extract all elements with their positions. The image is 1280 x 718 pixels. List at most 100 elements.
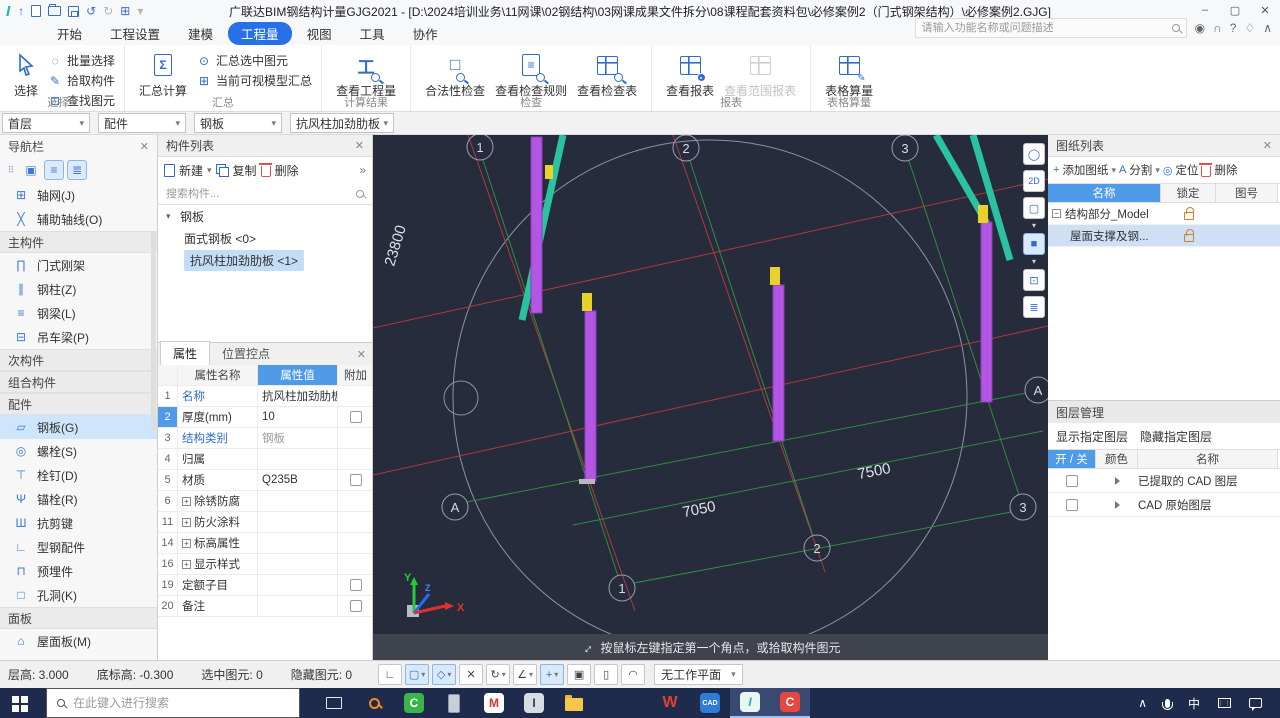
close-icon[interactable]: ✕ xyxy=(355,139,364,152)
sidebar-item-roof-panel[interactable]: ⌂ 屋面板(M) xyxy=(0,629,157,653)
sidebar-item-steel-column[interactable]: ∥ 钢柱(Z) xyxy=(0,277,157,301)
taskbar-app-gjg[interactable]: I xyxy=(730,688,770,718)
2d-view-icon[interactable]: 2D xyxy=(1023,170,1045,192)
solid-cube-icon[interactable]: ■ xyxy=(1023,233,1045,255)
tab-project-settings[interactable]: 工程设置 xyxy=(97,22,173,45)
save-icon[interactable] xyxy=(68,5,80,17)
ortho-toggle-button[interactable]: ∟ xyxy=(378,664,403,685)
close-icon[interactable]: ✕ xyxy=(1263,139,1272,152)
view-list-icon[interactable]: ≣ xyxy=(1023,296,1045,318)
sidebar-item-hole[interactable]: □ 孔洞(K) xyxy=(0,583,157,607)
summarize-selected-button[interactable]: ⊙ 汇总选中图元 xyxy=(197,52,312,69)
expand-arrow-icon[interactable] xyxy=(1114,476,1120,485)
grid-settings-icon[interactable]: ⊞ xyxy=(120,4,130,18)
model-viewport[interactable]: 23800 7050 7500 1 2 3 A 1 2 3 A Y Z X ◯ … xyxy=(372,133,1052,660)
taskbar-app-wps[interactable]: W xyxy=(650,688,690,718)
notification-icon[interactable] xyxy=(1249,698,1262,711)
sidebar-section-panels[interactable]: 面板 xyxy=(0,607,157,629)
ime-indicator[interactable]: 中 xyxy=(1188,695,1200,712)
table-calc-button[interactable]: ✎ 表格算量 xyxy=(820,50,878,100)
property-row-belonging[interactable]: 4 归属 xyxy=(158,449,372,470)
maximize-button[interactable]: ▢ xyxy=(1220,0,1250,20)
sidebar-item-steel-beam[interactable]: ≡ 钢梁(L) xyxy=(0,301,157,325)
legality-check-button[interactable]: □ 合法性检查 xyxy=(420,50,490,100)
layer-visibility-checkbox[interactable] xyxy=(1066,498,1078,511)
layer-row-extracted-cad[interactable]: 已提取的 CAD 图层 xyxy=(1048,469,1280,493)
hide-layers-button[interactable]: 隐藏指定图层 xyxy=(1140,428,1212,445)
expand-icon[interactable]: + xyxy=(182,517,191,527)
tab-quantity[interactable]: 工程量 xyxy=(228,22,292,45)
tree-item-face-plate[interactable]: 面式钢板 <0> xyxy=(158,227,372,249)
open-file-icon[interactable] xyxy=(48,4,62,16)
layer-visibility-checkbox[interactable] xyxy=(1066,474,1078,487)
taskbar-app-green-c[interactable]: C xyxy=(394,688,434,718)
delete-component-button[interactable]: 删除 xyxy=(275,162,299,179)
minimize-button[interactable]: – xyxy=(1190,0,1220,20)
property-row-remark[interactable]: 20 备注 xyxy=(158,596,372,617)
property-row-structure-type[interactable]: 3 结构类别 钢板 xyxy=(158,428,372,449)
orbit-icon[interactable]: ◯ xyxy=(1023,143,1045,165)
view-check-rules-button[interactable]: ≡ 查看检查规则 xyxy=(490,50,572,100)
chevron-down-icon[interactable]: ▾ xyxy=(1155,165,1160,176)
category-select[interactable]: 配件 ▾ xyxy=(98,113,186,133)
close-button[interactable]: ✕ xyxy=(1250,0,1280,20)
unlock-icon[interactable] xyxy=(1183,207,1194,220)
sidebar-item-anchor-bolt[interactable]: Ψ 锚栓(R) xyxy=(0,487,157,511)
attach-checkbox[interactable] xyxy=(349,600,362,612)
taskbar-app-explorer[interactable] xyxy=(554,688,594,718)
taskbar-app-camtasia[interactable]: C xyxy=(770,688,810,718)
delete-drawing-button[interactable]: 删除 xyxy=(1214,162,1237,178)
tab-tools[interactable]: 工具 xyxy=(347,22,398,45)
rotate-mode-button[interactable]: ↻ ▾ xyxy=(486,664,511,685)
tab-start[interactable]: 开始 xyxy=(44,22,95,45)
summary-calc-button[interactable]: Σ 汇总计算 xyxy=(134,50,192,100)
chevron-down-icon[interactable]: ▾ xyxy=(207,165,212,176)
microphone-icon[interactable] xyxy=(1161,698,1173,710)
wireframe-cube-icon[interactable]: ▢ xyxy=(1023,197,1045,219)
expand-icon[interactable]: + xyxy=(182,496,191,506)
collapse-icon[interactable]: − xyxy=(1052,209,1061,218)
layer-row-original-cad[interactable]: CAD 原始图层 xyxy=(1048,493,1280,517)
floor-select[interactable]: 首层 ▾ xyxy=(2,113,90,133)
redo-icon[interactable]: ↻ xyxy=(103,4,113,18)
start-button[interactable] xyxy=(0,688,46,718)
sidebar-section-accessories[interactable]: 配件 xyxy=(0,393,157,415)
cube-mode-button[interactable]: ◇ ▾ xyxy=(432,664,457,685)
rect-select-button[interactable]: ▢ ▾ xyxy=(405,664,430,685)
expand-icon[interactable]: + xyxy=(182,538,191,548)
sidebar-item-crane-beam[interactable]: ⊟ 吊车梁(P) xyxy=(0,325,157,349)
sidebar-item-stud[interactable]: ⊤ 栓钉(D) xyxy=(0,463,157,487)
summarize-visible-button[interactable]: ⊞ 当前可视模型汇总 xyxy=(197,72,312,89)
attach-checkbox[interactable] xyxy=(349,411,362,423)
sidebar-section-secondary-members[interactable]: 次构件 xyxy=(0,349,157,371)
tree-expand-icon[interactable]: ▾ xyxy=(166,211,176,222)
taskbar-app-search-tool[interactable] xyxy=(354,688,394,718)
close-icon[interactable]: ✕ xyxy=(140,140,149,153)
view-check-table-button[interactable]: 查看检查表 xyxy=(572,50,642,100)
taskbar-app-phone[interactable] xyxy=(434,688,474,718)
tab-properties[interactable]: 属性 xyxy=(160,341,211,365)
pick-member-button[interactable]: ✎ 拾取构件 xyxy=(48,72,115,89)
property-row-name[interactable]: 1 名称 抗风柱加劲肋板 xyxy=(158,386,372,407)
new-file-icon[interactable] xyxy=(31,5,42,17)
chevron-down-icon[interactable]: ▾ xyxy=(1032,258,1036,266)
undo-icon[interactable]: ↺ xyxy=(86,4,96,18)
locate-drawing-button[interactable]: 定位 xyxy=(1175,162,1198,178)
sidebar-item-shear-key[interactable]: Ш 抗剪键 xyxy=(0,511,157,535)
batch-select-button[interactable]: ◌ 批量选择 xyxy=(48,52,115,69)
nav-thumbnail-icon[interactable]: ▣ xyxy=(21,160,41,180)
more-icon[interactable]: » xyxy=(359,163,366,177)
expand-icon[interactable]: + xyxy=(182,559,191,569)
qat-more-icon[interactable]: ▾ xyxy=(137,4,143,18)
nav-card-view-icon[interactable]: ≣ xyxy=(67,160,87,180)
zoom-extents-icon[interactable]: ⊡ xyxy=(1023,269,1045,291)
add-drawing-button[interactable]: 添加图纸 xyxy=(1062,162,1108,178)
sidebar-item-steel-plate[interactable]: ▱ 钢板(G) xyxy=(0,415,157,439)
property-row-thickness[interactable]: 2 厚度(mm) 10 xyxy=(158,407,372,428)
expand-arrow-icon[interactable] xyxy=(1114,500,1120,509)
sidebar-item-embedded-part[interactable]: ⊓ 预埋件 xyxy=(0,559,157,583)
split-drawing-button[interactable]: 分割 xyxy=(1129,162,1152,178)
cross-mode-button[interactable]: ✕ xyxy=(459,664,484,685)
view-quantities-button[interactable]: 工 查看工程量 xyxy=(331,50,401,100)
taskbar-app-cad-viewer[interactable]: CAD xyxy=(690,688,730,718)
